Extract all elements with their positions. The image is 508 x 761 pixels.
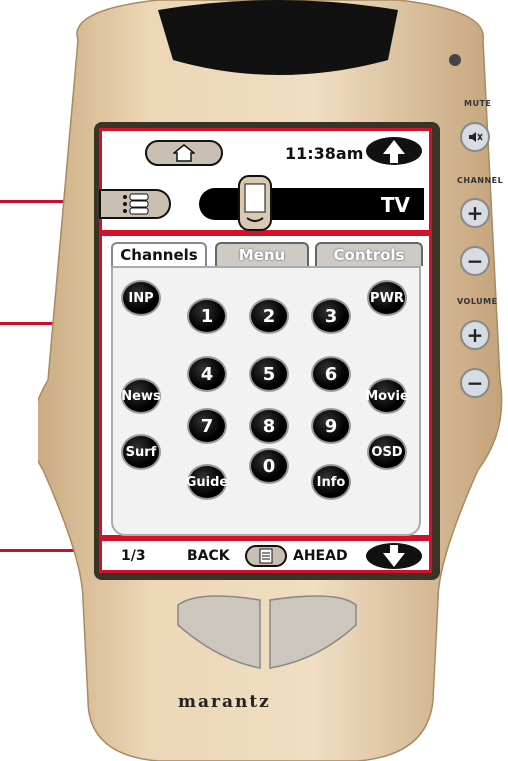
volume-up-button[interactable]: + — [460, 320, 490, 350]
speaker-muted-icon — [469, 132, 483, 142]
mute-label: MUTE — [464, 99, 492, 108]
remote-icon — [238, 175, 272, 231]
mute-button[interactable] — [460, 122, 490, 152]
digit-3-button[interactable]: 3 — [311, 298, 351, 334]
device-label: TV — [380, 193, 410, 217]
news-button[interactable]: News — [121, 378, 161, 414]
digit-2-button[interactable]: 2 — [249, 298, 289, 334]
guide-button[interactable]: Guide — [186, 464, 228, 500]
volume-label: VOLUME — [457, 297, 498, 306]
pwr-button[interactable]: PWR — [367, 280, 407, 316]
list-icon — [123, 193, 149, 215]
tab-channels[interactable]: Channels — [111, 242, 207, 266]
channel-up-button[interactable]: + — [460, 198, 490, 228]
menu-list-button[interactable] — [99, 189, 171, 219]
digit-8-button[interactable]: 8 — [249, 408, 289, 444]
digit-0-button[interactable]: 0 — [249, 448, 289, 484]
scroll-up-button[interactable] — [365, 136, 423, 166]
info-button[interactable]: Info — [311, 464, 351, 500]
digit-5-button[interactable]: 5 — [249, 356, 289, 392]
tab-controls[interactable]: Controls — [315, 242, 423, 266]
keypad-panel: INP PWR 1 2 3 4 5 6 News Movie 7 8 9 Sur… — [111, 266, 421, 536]
page-indicator: 1/3 — [121, 548, 146, 564]
scroll-down-button[interactable] — [365, 542, 423, 570]
digit-4-button[interactable]: 4 — [187, 356, 227, 392]
clock: 11:38am — [285, 144, 364, 163]
digit-7-button[interactable]: 7 — [187, 408, 227, 444]
tab-bar: Channels Menu Controls — [111, 242, 427, 266]
channel-down-button[interactable]: − — [460, 246, 490, 276]
page-navigation-bar: 1/3 BACK AHEAD — [99, 540, 432, 573]
status-bar: 11:38am TV — [99, 128, 432, 233]
volume-down-button[interactable]: − — [460, 368, 490, 398]
movie-button[interactable]: Movie — [365, 378, 409, 414]
digit-1-button[interactable]: 1 — [187, 298, 227, 334]
home-icon — [173, 144, 195, 162]
digit-6-button[interactable]: 6 — [311, 356, 351, 392]
home-button[interactable] — [145, 140, 223, 166]
tab-menu[interactable]: Menu — [215, 242, 309, 266]
surf-button[interactable]: Surf — [121, 434, 161, 470]
document-icon — [259, 548, 273, 564]
osd-button[interactable]: OSD — [367, 434, 407, 470]
inp-button[interactable]: INP — [121, 280, 161, 316]
ahead-button[interactable]: AHEAD — [293, 548, 348, 564]
page-list-button[interactable] — [245, 545, 287, 567]
digit-9-button[interactable]: 9 — [311, 408, 351, 444]
brand-logo: marantz — [178, 692, 271, 712]
back-button[interactable]: BACK — [187, 548, 230, 564]
touch-screen: 11:38am TV Channels Menu Controls INP PW… — [99, 128, 432, 573]
channel-label: CHANNEL — [457, 176, 504, 185]
device-bar[interactable]: TV — [199, 188, 424, 220]
